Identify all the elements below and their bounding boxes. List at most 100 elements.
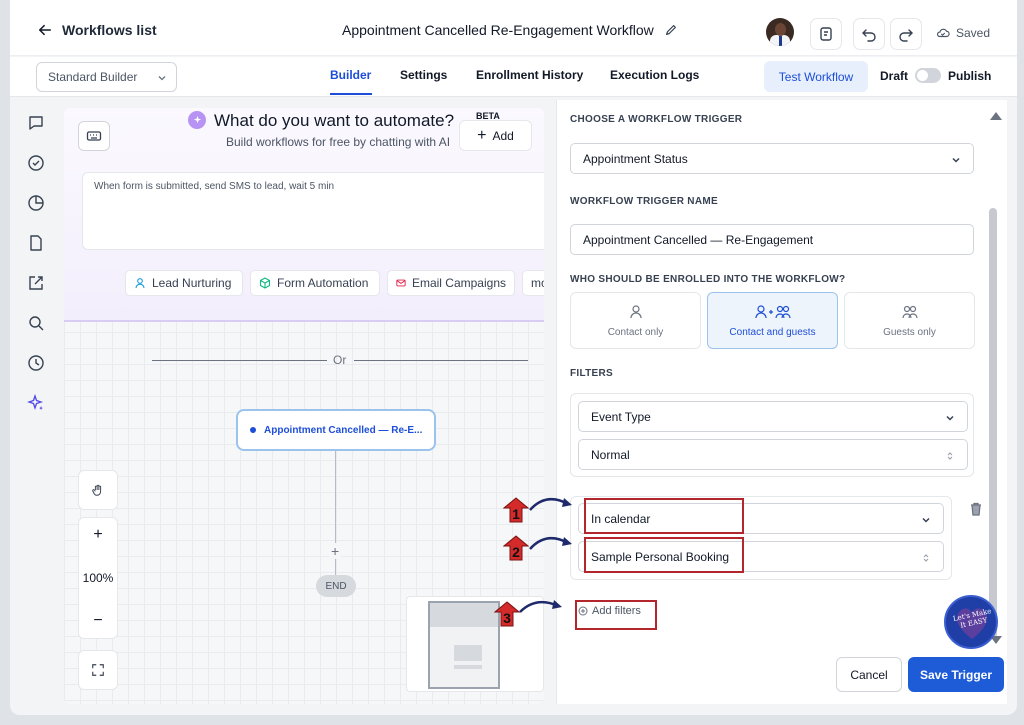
builder-select-value: Standard Builder [48, 70, 138, 84]
keyboard-button[interactable] [78, 121, 110, 151]
zoom-controls: + 100% − [78, 517, 118, 639]
chip-more[interactable]: mo [522, 270, 544, 296]
chevron-down-icon [158, 76, 166, 81]
hand-icon [92, 484, 102, 496]
or-label: Or [333, 353, 347, 367]
zoom-out-button[interactable]: − [93, 612, 102, 630]
enroll-option-label: Contact and guests [729, 326, 816, 338]
active-tab-indicator [330, 93, 372, 95]
left-sidebar [10, 98, 62, 715]
document-icon[interactable] [27, 234, 45, 252]
chevron-updown-icon [947, 452, 953, 460]
avatar[interactable] [766, 18, 794, 46]
saved-status: Saved [936, 26, 990, 40]
check-circle-icon[interactable] [27, 154, 45, 172]
trigger-name-input[interactable]: Appointment Cancelled — Re-Engagement [570, 224, 974, 255]
callout-number: 3 [503, 610, 511, 626]
user-icon [135, 278, 145, 289]
publish-label: Publish [948, 69, 992, 83]
tab-settings[interactable]: Settings [400, 68, 447, 82]
chevron-updown-icon [923, 554, 929, 562]
search-icon[interactable] [27, 314, 45, 332]
status-dot [250, 427, 256, 433]
trigger-select-value: Appointment Status [583, 151, 688, 166]
prompt-placeholder: When form is submitted, send SMS to lead… [94, 181, 335, 192]
tab-execution-logs[interactable]: Execution Logs [610, 68, 699, 82]
save-trigger-button[interactable]: Save Trigger [908, 657, 1004, 692]
workflow-canvas[interactable]: What do you want to automate? BETA Build… [64, 108, 544, 704]
keyboard-icon [86, 131, 102, 141]
history-icon[interactable] [27, 354, 45, 372]
chat-icon[interactable] [27, 114, 45, 132]
filter-field-select[interactable]: Event Type [578, 401, 968, 432]
connector-line [335, 451, 336, 583]
undo-icon [862, 29, 876, 42]
publish-toggle[interactable] [915, 68, 941, 83]
cancel-button[interactable]: Cancel [836, 657, 902, 692]
builder-type-select[interactable]: Standard Builder [36, 62, 177, 92]
expand-icon [92, 664, 104, 676]
back-to-workflows-link[interactable]: Workflows list [38, 22, 157, 38]
enroll-option-label: Guests only [883, 326, 936, 338]
workflow-title-text: Appointment Cancelled Re-Engagement Work… [342, 22, 654, 38]
zoom-in-button[interactable]: + [93, 526, 102, 544]
add-button[interactable]: + Add [459, 120, 532, 151]
back-label: Workflows list [62, 22, 157, 38]
enrollment-label: WHO SHOULD BE ENROLLED INTO THE WORKFLOW… [570, 274, 846, 285]
saved-label: Saved [956, 26, 991, 40]
arrow-left-icon [38, 24, 52, 36]
tab-builder[interactable]: Builder [330, 68, 371, 82]
workflow-title[interactable]: Appointment Cancelled Re-Engagement Work… [342, 22, 678, 38]
ai-prompt-input[interactable]: When form is submitted, send SMS to lead… [82, 172, 544, 250]
sparkle-icon[interactable] [26, 393, 45, 412]
arrow-icon [529, 497, 572, 511]
zoom-level: 100% [82, 571, 114, 585]
arrow-icon [519, 600, 562, 613]
chip-label: Email Campaigns [411, 276, 506, 290]
plus-icon: + [477, 126, 487, 144]
enroll-contact-and-guests[interactable]: Contact and guests [707, 292, 838, 349]
trigger-node[interactable]: Appointment Cancelled — Re-E... [236, 409, 436, 451]
add-label: Add [492, 128, 514, 143]
mail-icon [396, 279, 406, 287]
watermark-logo: Let's Make It EASY [944, 595, 998, 649]
trigger-select[interactable]: Appointment Status [570, 143, 974, 174]
enroll-option-label: Contact only [607, 326, 664, 338]
tab-enrollment-history[interactable]: Enrollment History [476, 68, 583, 82]
end-node: END [316, 575, 356, 597]
highlight-box-2 [584, 537, 744, 573]
filters-label: FILTERS [570, 368, 614, 379]
chevron-down-icon [922, 517, 930, 523]
trash-icon[interactable] [968, 501, 984, 517]
chip-email-campaigns[interactable]: Email Campaigns [387, 270, 515, 296]
callout-3: 3 [493, 601, 521, 627]
add-step-button[interactable]: + [329, 543, 342, 559]
pan-tool-button[interactable] [78, 470, 118, 510]
highlight-box-1 [584, 498, 744, 534]
test-workflow-button[interactable]: Test Workflow [764, 61, 868, 92]
chip-lead-nurturing[interactable]: Lead Nurturing [125, 270, 243, 296]
chip-form-automation[interactable]: Form Automation [250, 270, 380, 296]
chip-label: Form Automation [277, 276, 369, 290]
chip-label: mo [531, 276, 544, 290]
scrollbar[interactable] [989, 208, 997, 638]
filter-value-select[interactable]: Normal [578, 439, 968, 470]
fit-view-button[interactable] [78, 650, 118, 690]
external-link-icon[interactable] [27, 274, 45, 292]
enroll-guests-only[interactable]: Guests only [844, 292, 975, 349]
cube-icon [259, 277, 271, 289]
chevron-down-icon [952, 157, 960, 163]
arrow-icon [529, 536, 572, 550]
trigger-panel: CHOOSE A WORKFLOW TRIGGER Appointment St… [556, 100, 1007, 704]
redo-button[interactable] [890, 18, 922, 50]
undo-button[interactable] [853, 18, 885, 50]
pencil-icon[interactable] [664, 23, 678, 37]
chevron-down-icon [946, 415, 954, 421]
callout-2: 2 [502, 535, 530, 561]
users-icon [901, 305, 918, 318]
divider-left [152, 360, 327, 361]
enroll-contact-only[interactable]: Contact only [570, 292, 701, 349]
scroll-up-arrow[interactable] [990, 112, 1002, 120]
notes-button[interactable] [810, 18, 842, 50]
pie-chart-icon[interactable] [27, 194, 45, 212]
